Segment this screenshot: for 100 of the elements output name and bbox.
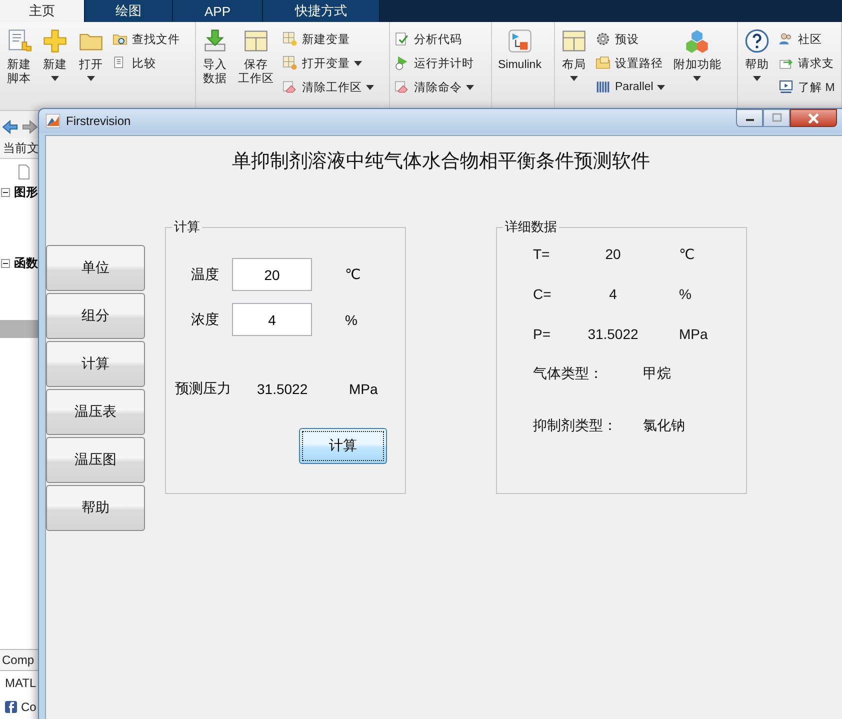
- caret-icon: [693, 76, 702, 81]
- nav-button[interactable]: 帮助: [46, 485, 145, 531]
- nav-button[interactable]: 计算: [46, 341, 145, 387]
- data-label: 抑制剂类型：: [533, 417, 618, 435]
- cubes-icon: [684, 28, 710, 54]
- nav-button[interactable]: 组分: [46, 293, 145, 339]
- ribbon-small-button[interactable]: 请求支: [776, 53, 837, 73]
- data-value: 甲烷: [643, 365, 672, 383]
- nav-button[interactable]: 单位: [46, 245, 145, 291]
- panel-title: 计算: [173, 218, 201, 236]
- caret-icon: [570, 76, 578, 81]
- window-title: Firstrevision: [66, 114, 131, 128]
- data-label: P=: [533, 326, 552, 342]
- ribbon-small-button[interactable]: 社区: [776, 29, 837, 49]
- list-item[interactable]: MATL: [5, 676, 36, 690]
- close-icon: [808, 112, 819, 124]
- ribbon-button[interactable]: 保存 工作区: [234, 28, 278, 86]
- file-icon: [18, 164, 30, 180]
- unit-label: MPa: [678, 326, 709, 342]
- caret-icon: [366, 84, 374, 90]
- data-label: C=: [533, 286, 552, 302]
- forward-arrow-icon[interactable]: [22, 120, 38, 134]
- people-icon: [778, 31, 794, 47]
- ribbon-small-button[interactable]: 清除命令: [392, 77, 476, 97]
- ribbon-small-button[interactable]: Parallel: [593, 77, 668, 97]
- ribbon-button[interactable]: 帮助: [740, 28, 774, 81]
- highlight-bar[interactable]: [0, 320, 40, 338]
- minimize-button[interactable]: [736, 109, 763, 127]
- ribbon-tab[interactable]: 主页: [0, 0, 85, 22]
- nav-button[interactable]: 温压表: [46, 389, 145, 435]
- ribbon-button[interactable]: Simulink: [494, 28, 546, 72]
- parallel-icon: [595, 79, 611, 95]
- data-value: 氯化钠: [643, 417, 686, 435]
- close-button[interactable]: [790, 109, 837, 127]
- panel-title: 详细数据: [504, 218, 558, 236]
- ribbon-small-button[interactable]: 打开变量: [280, 53, 376, 73]
- layout-icon: [561, 28, 587, 54]
- peak-logo-icon: [46, 114, 60, 128]
- ribbon-button[interactable]: 新建: [38, 28, 72, 81]
- collapse-icon[interactable]: [1, 259, 10, 268]
- ribbon-button[interactable]: 打开: [74, 28, 108, 81]
- ribbon-button[interactable]: 布局: [557, 28, 591, 81]
- result-value: 31.5022: [257, 381, 309, 397]
- ribbon-button[interactable]: 附加功能: [669, 28, 726, 81]
- data-label: 气体类型：: [533, 365, 604, 383]
- ribbon-small-button[interactable]: 清除工作区: [280, 77, 376, 97]
- ribbon-small-button[interactable]: 了解 M: [776, 77, 837, 97]
- unit-label: MPa: [349, 381, 378, 397]
- back-arrow-icon[interactable]: [2, 120, 18, 134]
- panel-title: 当前文: [3, 140, 39, 156]
- collapse-icon[interactable]: [1, 188, 10, 197]
- grid-icon: [243, 28, 269, 54]
- nav-button[interactable]: 温压图: [46, 437, 145, 483]
- tree-item[interactable]: 图形: [14, 184, 38, 201]
- data-value: 31.5022: [586, 326, 640, 342]
- check-icon: [394, 31, 410, 47]
- unit-label: ℃: [345, 266, 361, 283]
- plus-icon: [42, 28, 68, 54]
- result-label: 预测压力: [175, 380, 232, 398]
- app-heading: 单抑制剂溶液中纯气体水合物相平衡条件预测软件: [231, 150, 651, 174]
- caret-icon: [466, 84, 474, 90]
- unit-label: %: [678, 286, 692, 302]
- ribbon-small-button[interactable]: 运行并计时: [392, 53, 476, 73]
- input-field[interactable]: 20: [232, 258, 312, 291]
- eraser-icon: [394, 79, 410, 95]
- maximize-icon: [772, 113, 782, 123]
- ribbon-button[interactable]: 新建 脚本: [2, 28, 36, 86]
- ribbon-small-button[interactable]: 比较: [110, 53, 182, 73]
- caret-icon: [657, 84, 666, 90]
- ribbon-small-button[interactable]: 新建变量: [280, 29, 376, 49]
- data-value: 20: [604, 246, 622, 262]
- list-item[interactable]: Co: [21, 700, 36, 714]
- ribbon-tab[interactable]: APP: [173, 0, 263, 22]
- ribbon-tab[interactable]: 快捷方式: [263, 0, 380, 22]
- caret-icon: [87, 76, 95, 81]
- gear-icon: [595, 31, 611, 47]
- field-label: 温度: [191, 266, 220, 284]
- tree-item[interactable]: 函数: [14, 255, 38, 272]
- unit-label: ℃: [678, 246, 696, 262]
- ribbon-small-button[interactable]: 预设: [593, 29, 668, 49]
- eraser-icon: [282, 79, 298, 95]
- caret-icon: [354, 60, 362, 66]
- ribbon-small-button[interactable]: 设置路径: [593, 53, 668, 73]
- caret-icon: [51, 76, 59, 81]
- monitor-icon: [778, 79, 794, 95]
- calculate-button[interactable]: 计算: [299, 428, 387, 464]
- ribbon-button[interactable]: 导入 数据: [198, 28, 232, 86]
- setpath-icon: [595, 55, 611, 71]
- ribbon-small-button[interactable]: 查找文件: [110, 29, 182, 49]
- data-value: 4: [608, 286, 618, 302]
- import-icon: [202, 28, 228, 54]
- unit-label: %: [345, 312, 358, 328]
- input-field[interactable]: 4: [232, 303, 312, 336]
- f-logo-icon: [5, 701, 17, 713]
- script-icon: [6, 28, 32, 54]
- caret-icon: [753, 76, 761, 81]
- ribbon-tab[interactable]: 绘图: [85, 0, 173, 22]
- data-label: T=: [533, 246, 551, 262]
- field-label: 浓度: [191, 310, 220, 328]
- ribbon-small-button[interactable]: 分析代码: [392, 29, 476, 49]
